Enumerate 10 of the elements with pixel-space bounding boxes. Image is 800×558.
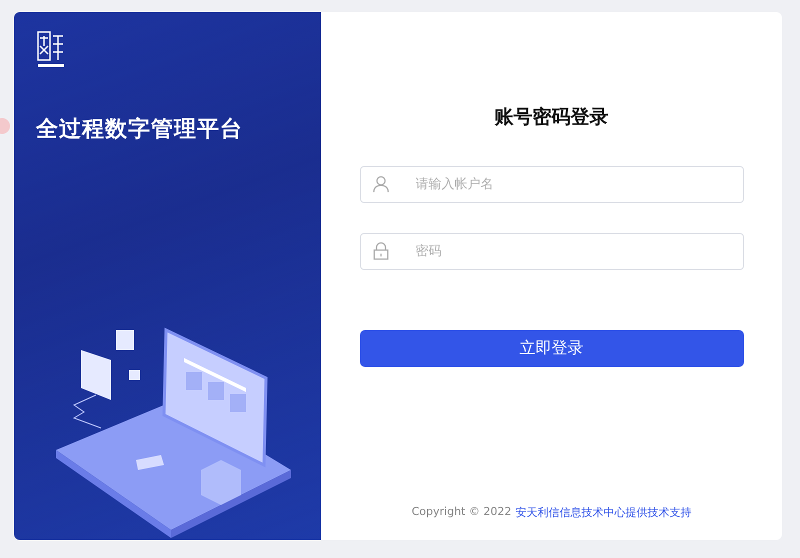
username-field[interactable]: 请输入帐户名 xyxy=(360,166,744,203)
password-field[interactable]: 密码 xyxy=(360,233,744,270)
logo-icon xyxy=(36,30,66,70)
platform-title: 全过程数字管理平台 xyxy=(36,116,244,144)
copyright-text: Copyright © 2022 xyxy=(412,505,512,520)
login-title: 账号密码登录 xyxy=(494,105,608,130)
login-button[interactable]: 立即登录 xyxy=(360,330,744,367)
lock-icon xyxy=(372,242,390,260)
provider-link[interactable]: 安天利信信息技术中心提供技术支持 xyxy=(515,505,692,520)
user-icon xyxy=(372,175,390,193)
